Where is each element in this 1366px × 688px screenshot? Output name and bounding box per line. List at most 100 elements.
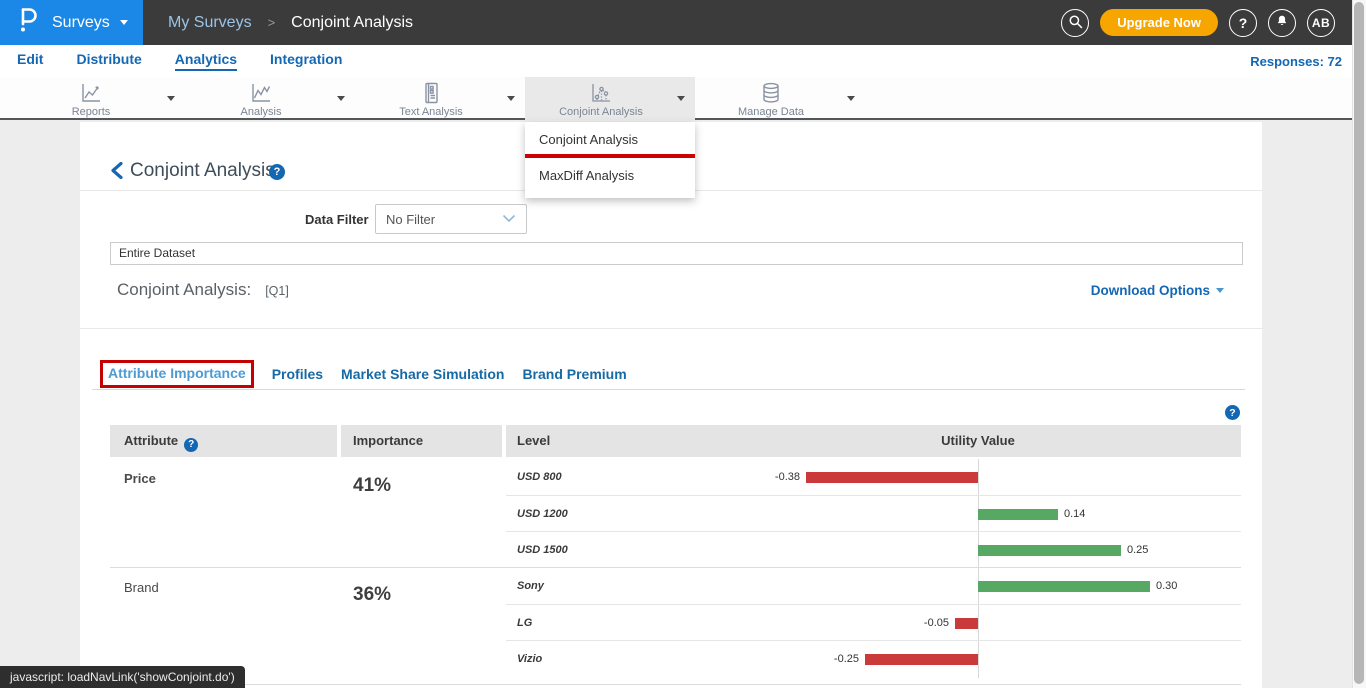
toolbar-conjoint-analysis[interactable]: Conjoint Analysis (525, 77, 695, 120)
document-report-icon (419, 82, 443, 104)
data-filter-value: No Filter (386, 212, 502, 227)
level-row: Vizio -0.25 (506, 640, 1241, 676)
toolbar-label: Text Analysis (399, 106, 463, 118)
conjoint-dropdown-menu: Conjoint Analysis MaxDiff Analysis (525, 122, 695, 198)
survey-nav: Edit Distribute Analytics Integration Re… (0, 45, 1366, 77)
attribute-importance-table: Attribute Importance Level Utility Value… (110, 425, 1241, 685)
analysis-subtitle: Conjoint Analysis: [Q1] (117, 280, 289, 300)
page-title: Conjoint Analysis (130, 160, 275, 182)
divider (80, 328, 1262, 329)
breadcrumb-separator: > (268, 15, 276, 30)
upgrade-now-button[interactable]: Upgrade Now (1100, 9, 1218, 36)
toolbar-label: Manage Data (738, 106, 804, 118)
nav-distribute[interactable]: Distribute (76, 51, 141, 71)
utility-value-label: 0.25 (1127, 544, 1148, 556)
scatter-chart-icon (589, 82, 613, 104)
toolbar-text-analysis[interactable]: Text Analysis (355, 77, 525, 120)
chevron-down-icon (1216, 288, 1224, 293)
tab-profiles[interactable]: Profiles (272, 366, 323, 382)
product-switcher[interactable]: Surveys (0, 0, 143, 45)
utility-bar (865, 654, 978, 665)
toolbar-label: Analysis (241, 106, 282, 118)
level-row: Sony 0.30 (506, 568, 1241, 604)
help-button[interactable]: ? (1229, 9, 1257, 37)
table-row-group-brand: Brand 36% Sony 0.30 LG -0.05 (110, 567, 1241, 676)
data-filter-label: Data Filter (305, 212, 369, 227)
utility-value-label: -0.05 (924, 617, 949, 629)
attribute-name: Price (110, 459, 341, 567)
data-filter-select[interactable]: No Filter (375, 204, 527, 234)
level-label: Sony (517, 580, 544, 592)
level-row: USD 1500 0.25 (506, 531, 1241, 567)
question-reference: [Q1] (265, 284, 289, 298)
chevron-down-icon[interactable] (337, 96, 345, 101)
utility-bar (978, 509, 1058, 520)
notifications-button[interactable] (1268, 9, 1296, 37)
chevron-down-icon (502, 210, 516, 228)
responses-count: Responses: 72 (1250, 54, 1342, 69)
level-rows: Sony 0.30 LG -0.05 Vizio -0.25 (506, 568, 1241, 676)
title-help-icon[interactable] (269, 164, 285, 180)
toolbar-label: Conjoint Analysis (559, 106, 643, 118)
level-label: LG (517, 617, 532, 629)
back-button[interactable] (110, 162, 123, 184)
tab-market-share-simulation[interactable]: Market Share Simulation (341, 366, 504, 382)
chevron-down-icon[interactable] (167, 96, 175, 101)
annotation-red-box: Attribute Importance (100, 360, 254, 388)
chevron-down-icon[interactable] (507, 96, 515, 101)
table-help-icon[interactable] (1225, 405, 1240, 420)
level-row: USD 1200 0.14 (506, 495, 1241, 531)
download-options-link[interactable]: Download Options (1091, 283, 1224, 298)
toolbar-label: Reports (72, 106, 111, 118)
table-row-group-price: Price 41% USD 800 -0.38 USD 1200 0.14 (110, 459, 1241, 567)
avatar[interactable]: AB (1307, 9, 1335, 37)
utility-value-label: 0.14 (1064, 508, 1085, 520)
content-card: Conjoint Analysis Data Filter No Filter … (80, 122, 1262, 688)
level-label: USD 800 (517, 471, 562, 483)
level-rows: USD 800 -0.38 USD 1200 0.14 USD 1500 (506, 459, 1241, 567)
chevron-down-icon[interactable] (677, 96, 685, 101)
chevron-down-icon (120, 20, 128, 25)
tab-attribute-importance[interactable]: Attribute Importance (108, 365, 246, 381)
top-bar: Surveys My Surveys > Conjoint Analysis U… (0, 0, 1366, 45)
breadcrumb-current: Conjoint Analysis (291, 14, 413, 32)
trend-chart-icon (249, 82, 273, 104)
nav-analytics[interactable]: Analytics (175, 51, 237, 71)
menu-item-maxdiff-analysis[interactable]: MaxDiff Analysis (525, 158, 695, 194)
questionpro-logo-icon (18, 7, 40, 38)
chevron-down-icon[interactable] (847, 96, 855, 101)
subtitle-label: Conjoint Analysis: (117, 280, 251, 299)
result-tabs: Attribute Importance Profiles Market Sha… (100, 360, 627, 388)
table-header: Attribute Importance Level Utility Value (110, 425, 1241, 457)
attribute-help-icon[interactable] (184, 438, 198, 452)
topbar-actions: Upgrade Now ? AB (1061, 9, 1366, 37)
level-row: LG -0.05 (506, 604, 1241, 640)
dataset-filter-bar[interactable]: Entire Dataset (110, 242, 1243, 265)
bell-icon (1275, 14, 1289, 31)
toolbar-analysis[interactable]: Analysis (185, 77, 355, 120)
importance-value: 36% (341, 568, 506, 676)
scrollbar-thumb[interactable] (1354, 2, 1364, 684)
toolbar-manage-data[interactable]: Manage Data (695, 77, 865, 120)
app-window: Surveys My Surveys > Conjoint Analysis U… (0, 0, 1366, 688)
breadcrumb-my-surveys[interactable]: My Surveys (168, 14, 252, 32)
divider (92, 389, 1245, 390)
utility-bar (806, 472, 978, 483)
scrollbar-track[interactable] (1352, 0, 1366, 688)
utility-bar (955, 618, 978, 629)
toolbar-reports[interactable]: Reports (15, 77, 185, 120)
link-status-tooltip: javascript: loadNavLink('showConjoint.do… (0, 666, 245, 688)
table-body: Price 41% USD 800 -0.38 USD 1200 0.14 (110, 459, 1241, 685)
nav-integration[interactable]: Integration (270, 51, 342, 71)
level-label: USD 1500 (517, 544, 568, 556)
utility-value-label: 0.30 (1156, 580, 1177, 592)
nav-edit[interactable]: Edit (17, 51, 43, 71)
database-icon (759, 82, 783, 104)
importance-value: 41% (341, 459, 506, 567)
menu-item-conjoint-analysis[interactable]: Conjoint Analysis (525, 122, 695, 158)
tab-brand-premium[interactable]: Brand Premium (522, 366, 626, 382)
line-chart-icon (79, 82, 103, 104)
search-button[interactable] (1061, 9, 1089, 37)
search-icon (1068, 14, 1083, 32)
column-header-importance: Importance (341, 425, 502, 457)
